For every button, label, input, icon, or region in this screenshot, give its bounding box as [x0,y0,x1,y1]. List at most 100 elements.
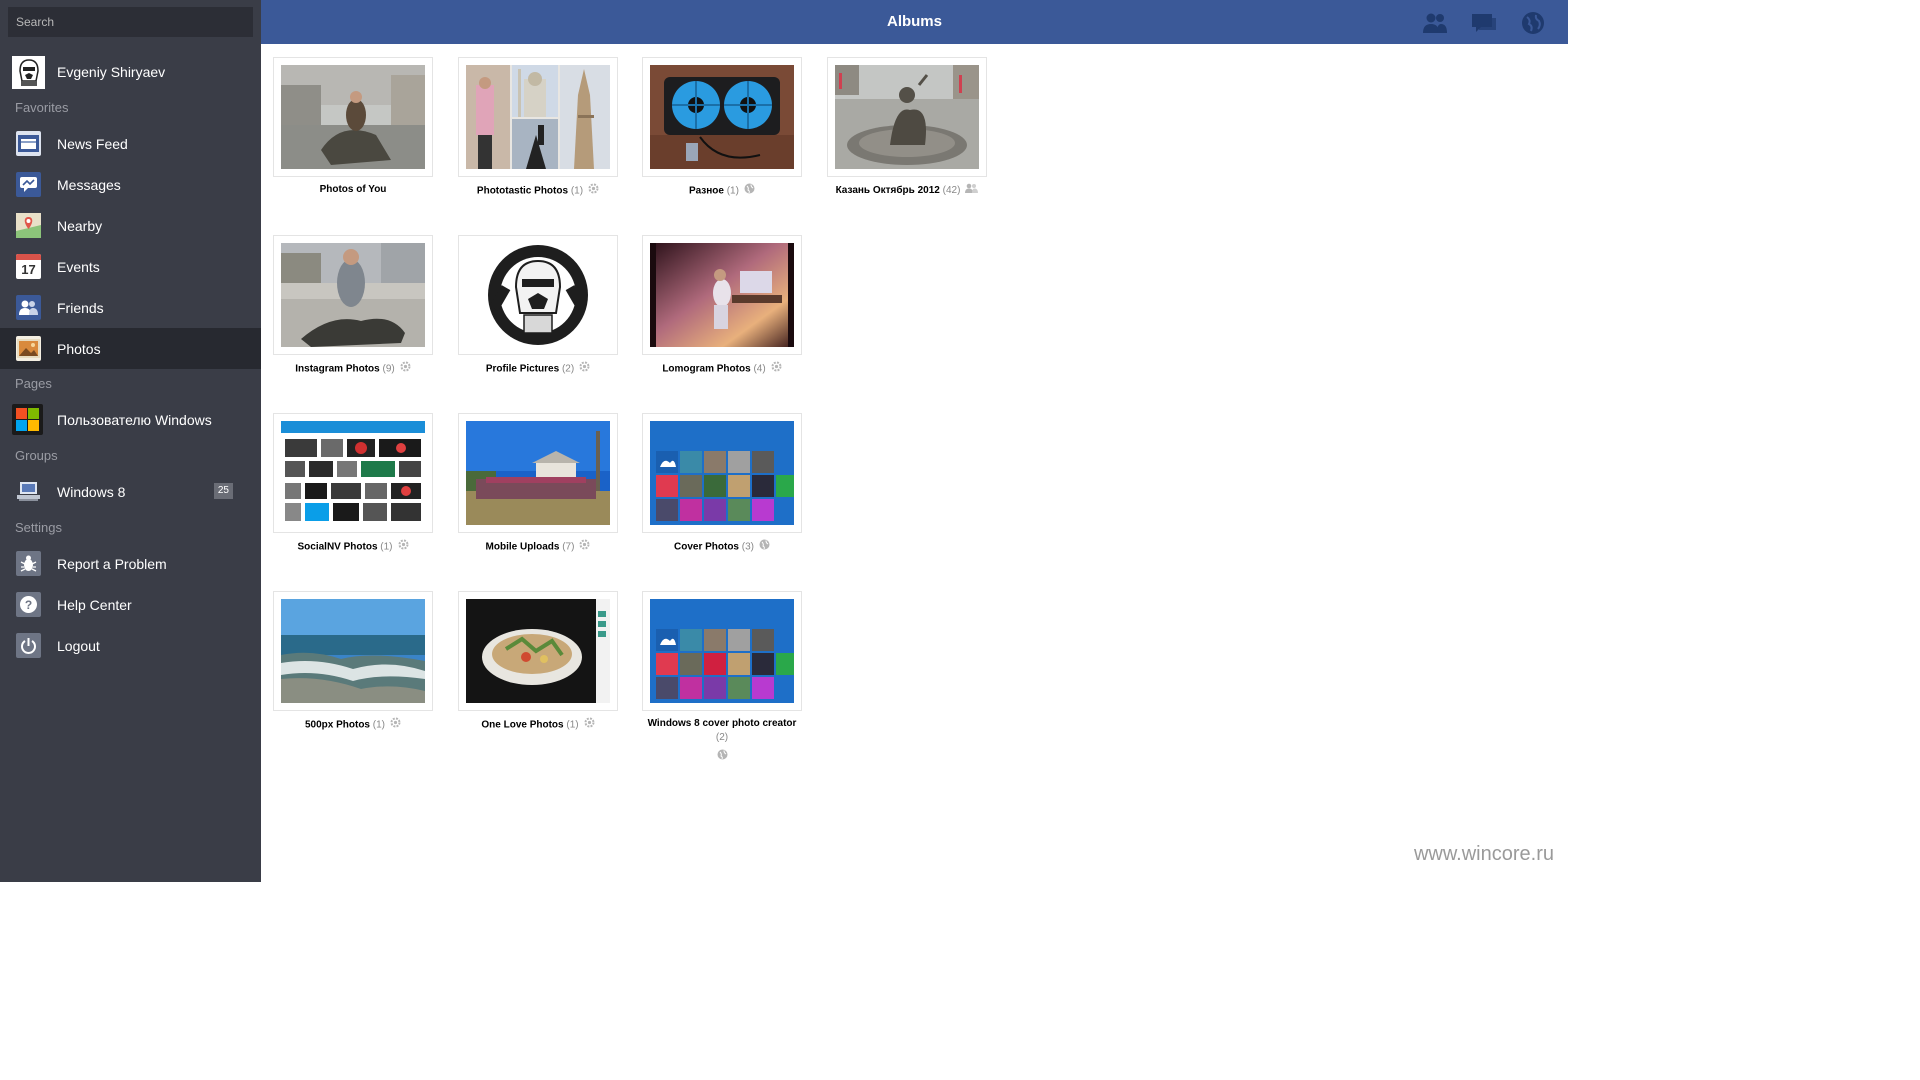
help-icon: ? [16,592,41,617]
album-card[interactable]: SocialNV Photos (1) [273,413,433,555]
nav-help-center[interactable]: ? Help Center [0,584,261,625]
nav-photos[interactable]: Photos [0,328,261,369]
nav-label: Events [57,258,100,275]
album-title: Photos of You [319,184,387,195]
section-settings: Settings [15,520,62,535]
globe-icon [744,183,755,199]
nav-friends[interactable]: Friends [0,287,261,328]
album-thumbnail[interactable] [273,591,433,711]
album-thumbnail[interactable] [273,413,433,533]
album-card[interactable]: Windows 8 cover photo creator (2) [642,591,802,765]
section-pages: Pages [15,376,52,391]
album-photo [650,421,794,525]
album-count: (4) [753,363,766,375]
album-title: Profile Pictures [485,363,560,375]
avatar [12,55,45,89]
album-count: (3) [741,541,755,553]
nav-logout[interactable]: Logout [0,625,261,666]
gear-icon [588,183,599,199]
album-title: Казань Октябрь 2012 [835,185,940,197]
gear-icon [584,717,595,733]
album-thumbnail[interactable] [273,57,433,177]
nav-messages[interactable]: Messages [0,164,261,205]
album-title: Mobile Uploads [485,541,560,553]
friend-requests-icon[interactable] [1422,10,1448,36]
album-photo [281,243,425,347]
gear-icon [579,361,590,377]
album-caption: SocialNV Photos (1) [273,539,433,555]
profile-name: Evgeniy Shiryaev [57,64,166,80]
album-caption: Instagram Photos (9) [273,361,433,377]
album-thumbnail[interactable] [458,591,618,711]
globe-icon [759,539,770,555]
nav-label: Friends [57,299,104,316]
album-title: Cover Photos [673,541,739,553]
globe-icon [717,749,728,765]
app-header: Albums [261,0,1568,44]
svg-text:?: ? [25,598,32,612]
messages-icon [16,172,41,197]
album-card[interactable]: Profile Pictures (2) [458,235,618,377]
friends-icon [16,295,41,320]
album-caption: Разное (1) [642,183,802,199]
album-title: Windows 8 cover photo creator [647,718,797,729]
album-card[interactable]: Instagram Photos (9) [273,235,433,377]
album-thumbnail[interactable] [273,235,433,355]
album-count: (9) [382,363,395,375]
gear-icon [771,361,782,377]
bug-icon [16,551,41,576]
power-icon [16,633,41,658]
album-count: (1) [380,541,393,553]
watermark: www.wincore.ru [1413,843,1554,865]
calendar-icon: 17 [16,254,41,279]
album-card[interactable]: One Love Photos (1) [458,591,618,733]
album-card[interactable]: Mobile Uploads (7) [458,413,618,555]
album-photo [281,421,425,525]
album-thumbnail[interactable] [642,235,802,355]
album-count: (2) [561,363,575,375]
album-card[interactable]: 500px Photos (1) [273,591,433,733]
nav-page-windows-user[interactable]: Пользователю Windows [0,399,261,440]
album-caption: Казань Октябрь 2012 (42) [827,183,987,198]
nav-report-problem[interactable]: Report a Problem [0,543,261,584]
album-photo [466,65,610,169]
news-feed-icon [16,131,41,156]
album-photo [466,243,610,347]
album-thumbnail[interactable] [827,57,987,177]
album-card[interactable]: Казань Октябрь 2012 (42) [827,57,987,198]
album-count: (2) [715,732,729,743]
search-input[interactable] [8,7,253,37]
album-card[interactable]: Photos of You [273,57,433,197]
section-groups: Groups [15,448,58,463]
album-caption: Cover Photos (3) [642,539,802,555]
album-thumbnail[interactable] [642,591,802,711]
album-count: (1) [570,185,584,197]
album-card[interactable]: Phototastic Photos (1) [458,57,618,199]
album-card[interactable]: Lomogram Photos (4) [642,235,802,377]
nav-label: Пользователю Windows [57,411,212,428]
album-thumbnail[interactable] [458,57,618,177]
gear-icon [400,361,411,377]
notification-badge: 25 [213,483,233,499]
album-thumbnail[interactable] [642,57,802,177]
album-title: Разное [689,185,724,197]
album-card[interactable]: Cover Photos (3) [642,413,802,555]
nav-nearby[interactable]: Nearby [0,205,261,246]
album-title: Lomogram Photos [662,363,751,375]
album-thumbnail[interactable] [642,413,802,533]
profile-item[interactable]: Evgeniy Shiryaev [0,52,261,92]
nav-group-windows-8[interactable]: Windows 8 25 [0,471,261,512]
album-title: 500px Photos [304,719,370,731]
nav-news-feed[interactable]: News Feed [0,123,261,164]
gear-icon [390,717,401,733]
messages-header-icon[interactable] [1471,10,1497,36]
album-caption: Lomogram Photos (4) [642,361,802,377]
album-thumbnail[interactable] [458,413,618,533]
nav-events[interactable]: 17 Events [0,246,261,287]
nav-label: Help Center [57,596,132,613]
album-thumbnail[interactable] [458,235,618,355]
gear-icon [398,539,409,555]
notifications-globe-icon[interactable] [1520,10,1546,36]
album-card[interactable]: Разное (1) [642,57,802,199]
nav-label: Photos [57,340,101,357]
